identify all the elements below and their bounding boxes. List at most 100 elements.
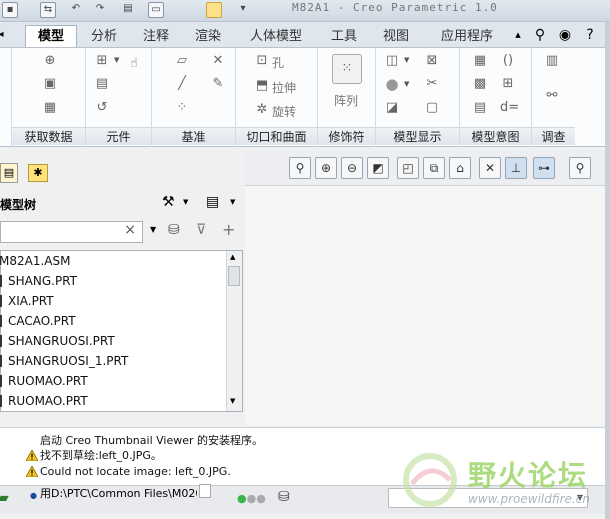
file-menu-arrow-icon[interactable]: ◂: [0, 25, 8, 45]
repaint-icon[interactable]: ◩: [367, 157, 389, 179]
hole-label[interactable]: 孔: [272, 54, 284, 71]
section-icon[interactable]: ◪: [384, 100, 400, 116]
tab-analysis[interactable]: 分析: [82, 26, 126, 48]
group-label-cuts-surfaces[interactable]: 切口和曲面: [236, 127, 317, 145]
refit-icon[interactable]: ⚲: [289, 157, 311, 179]
folder-browser-tab-icon[interactable]: ✱: [28, 164, 48, 182]
group-label-modifiers[interactable]: 修饰符: [318, 127, 375, 145]
parameters-icon[interactable]: (): [500, 53, 516, 69]
drag-components-icon[interactable]: ☝: [126, 56, 142, 72]
graphics-area[interactable]: [245, 186, 605, 426]
display-icon[interactable]: ▢: [424, 100, 440, 116]
explode-icon[interactable]: ✂: [424, 76, 440, 92]
info-icon[interactable]: ▥: [544, 53, 560, 69]
publish-geometry-icon[interactable]: ▩: [472, 76, 488, 92]
datum-display-icon[interactable]: ✕: [479, 157, 501, 179]
plane-icon[interactable]: ▱: [174, 53, 190, 69]
tree-show-icon[interactable]: ▤: [206, 194, 219, 210]
find-icon[interactable]: ⚲: [569, 157, 591, 179]
scroll-down-icon[interactable]: ▼: [230, 397, 235, 405]
scroll-thumb[interactable]: [228, 266, 240, 286]
pattern-icon[interactable]: ⁙: [332, 54, 362, 84]
find-status-icon[interactable]: ⛁: [278, 489, 290, 505]
extrude-icon[interactable]: ⬒: [254, 78, 270, 94]
tree-item-root[interactable]: M82A1.ASM: [0, 251, 70, 271]
tree-item[interactable]: RUOMAO.PRT: [0, 391, 88, 411]
tab-model[interactable]: 模型: [25, 25, 77, 47]
copy-geometry-icon[interactable]: ⊕: [42, 53, 58, 69]
revolve-label[interactable]: 旋转: [272, 103, 296, 120]
undo-icon[interactable]: ↶: [68, 2, 84, 18]
reference-viewer-icon[interactable]: ⚯: [544, 88, 560, 104]
tab-view[interactable]: 视图: [374, 26, 418, 48]
tree-search-input[interactable]: ×: [0, 221, 143, 243]
save-icon[interactable]: ▪: [2, 2, 18, 18]
group-label-datum[interactable]: 基准: [152, 127, 235, 145]
tree-item[interactable]: SHANGRUOSI_1.PRT: [0, 351, 128, 371]
message-scroll-icon[interactable]: [199, 484, 211, 498]
tab-applications[interactable]: 应用程序: [430, 26, 504, 48]
tree-show-dropdown-icon[interactable]: ▼: [230, 198, 235, 206]
point-icon[interactable]: ⁘: [174, 100, 190, 116]
folder-icon[interactable]: [206, 2, 222, 18]
relations-icon[interactable]: d=: [500, 100, 519, 116]
tree-item[interactable]: XIA.PRT: [0, 291, 54, 311]
clear-search-icon[interactable]: ×: [124, 222, 136, 238]
axis-icon[interactable]: ╱: [174, 76, 190, 92]
layer-tab-icon[interactable]: ▤: [0, 163, 18, 183]
sketch-icon[interactable]: ✎: [210, 76, 226, 92]
tree-settings-icon[interactable]: ⚒: [162, 194, 175, 210]
add-icon[interactable]: +: [222, 220, 235, 239]
search-icon[interactable]: ⚲: [530, 25, 550, 45]
appearance-gallery-icon[interactable]: ◫: [384, 53, 400, 69]
regen-manager-icon[interactable]: ▤: [120, 2, 136, 18]
annotation-display-icon[interactable]: ⊥: [505, 157, 527, 179]
repeat-icon[interactable]: ↺: [94, 100, 110, 116]
zoom-in-icon[interactable]: ⊕: [315, 157, 337, 179]
tree-item[interactable]: SHANG.PRT: [0, 271, 77, 291]
tree-item[interactable]: CACAO.PRT: [0, 311, 76, 331]
find-in-tree-icon[interactable]: ⛁: [168, 222, 180, 238]
perspective-icon[interactable]: ⊠: [424, 53, 440, 69]
group-label-model-intent[interactable]: 模型意图: [460, 127, 531, 145]
table-icon[interactable]: ▤: [472, 100, 488, 116]
tree-scrollbar[interactable]: ▲ ▼: [226, 251, 242, 411]
tab-annotate[interactable]: 注释: [134, 26, 178, 48]
display-style-button-icon[interactable]: ◰: [397, 157, 419, 179]
create-component-icon[interactable]: ▤: [94, 76, 110, 92]
tab-manikin[interactable]: 人体模型: [240, 26, 312, 48]
tab-render[interactable]: 渲染: [186, 26, 230, 48]
group-label-investigate[interactable]: 调查: [532, 127, 575, 145]
tab-tools[interactable]: 工具: [322, 26, 366, 48]
help-icon[interactable]: ?: [580, 25, 600, 45]
tree-settings-dropdown-icon[interactable]: ▼: [183, 198, 188, 206]
navigator-toggle-icon[interactable]: ▰: [0, 490, 9, 506]
zoom-out-icon[interactable]: ⊖: [341, 157, 363, 179]
shrinkwrap-icon[interactable]: ▣: [42, 76, 58, 92]
windows-icon[interactable]: ▭: [148, 2, 164, 18]
pattern-label[interactable]: 阵列: [334, 92, 358, 109]
filter-icon[interactable]: ⊽: [196, 222, 206, 238]
community-icon[interactable]: ◉: [555, 25, 575, 45]
tree-item[interactable]: RUOMAO.PRT: [0, 371, 88, 391]
search-dropdown-icon[interactable]: ▼: [150, 225, 156, 234]
scroll-up-icon[interactable]: ▲: [230, 253, 235, 261]
regenerate-icon[interactable]: ⇆: [40, 2, 56, 18]
extrude-label[interactable]: 拉伸: [272, 79, 296, 96]
assemble-icon[interactable]: ⊞: [94, 53, 110, 69]
hole-icon[interactable]: ⊡: [254, 53, 270, 69]
group-label-get-data[interactable]: 获取数据: [12, 127, 85, 145]
redo-icon[interactable]: ↷: [92, 2, 108, 18]
revolve-icon[interactable]: ✲: [254, 102, 270, 118]
switch-dimensions-icon[interactable]: ⊞: [500, 76, 516, 92]
merge-icon[interactable]: ▦: [42, 100, 58, 116]
spin-center-icon[interactable]: ⊶: [533, 157, 555, 179]
family-table-icon[interactable]: ▦: [472, 53, 488, 69]
tree-item[interactable]: SHANGRUOSI.PRT: [0, 331, 115, 351]
group-label-model-display[interactable]: 模型显示: [376, 127, 459, 145]
minimize-ribbon-icon[interactable]: ▴: [508, 25, 528, 45]
csys-icon[interactable]: ✕: [210, 53, 226, 69]
group-label-component[interactable]: 元件: [86, 127, 151, 145]
saved-orientations-icon[interactable]: ⧉: [423, 157, 445, 179]
quick-access-dropdown-icon[interactable]: ▾: [235, 2, 251, 18]
